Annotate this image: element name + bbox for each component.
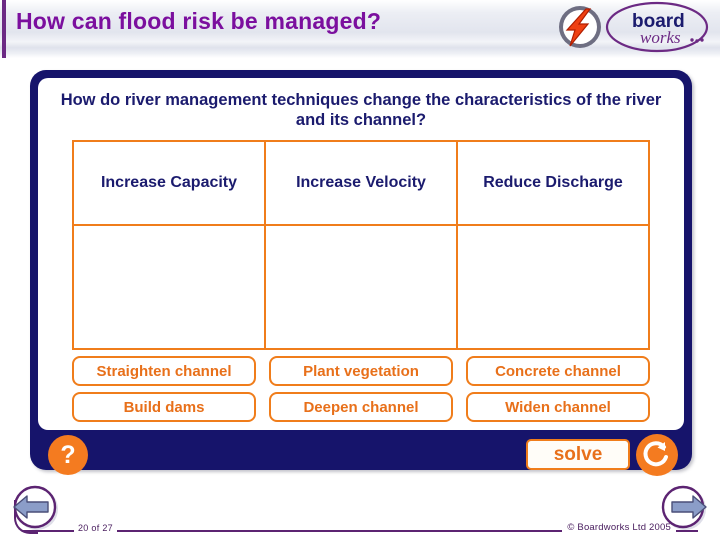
flash-logo-icon [559,6,601,48]
drop-zone-increase-velocity[interactable] [264,224,458,350]
draggable-token-tray: Straighten channel Plant vegetation Conc… [72,356,650,428]
token-concrete-channel[interactable]: Concrete channel [466,356,650,386]
page-number: 20 of 27 [74,523,117,533]
next-slide-button[interactable] [658,484,712,532]
arrow-right-icon [661,485,707,530]
boardworks-logo-svg: board works [559,1,709,53]
reset-button[interactable] [636,434,678,476]
solve-button[interactable]: solve [526,439,630,470]
reset-icon [643,441,668,467]
page-title: How can flood risk be managed? [16,8,382,34]
drop-zone-increase-capacity[interactable] [72,224,266,350]
column-header-reduce-discharge: Reduce Discharge [456,140,650,226]
token-row-2: Build dams Deepen channel Widen channel [72,392,650,422]
activity-content-area: How do river management techniques chang… [38,78,684,430]
column-header-increase-velocity: Increase Velocity [264,140,458,226]
table-header-row: Increase Capacity Increase Velocity Redu… [72,140,650,226]
arrow-left-icon [13,485,58,530]
svg-text:works: works [640,28,681,47]
token-deepen-channel[interactable]: Deepen channel [269,392,453,422]
interactive-activity-panel: How do river management techniques chang… [30,70,692,476]
drop-zone-reduce-discharge[interactable] [456,224,650,350]
logo-group: board works [552,0,712,56]
boardworks-wordmark-icon: board works [605,1,709,53]
token-plant-vegetation[interactable]: Plant vegetation [269,356,453,386]
help-button[interactable]: ? [48,435,88,475]
table-drop-row [72,224,650,350]
token-build-dams[interactable]: Build dams [72,392,256,422]
previous-slide-button[interactable] [8,484,62,532]
header-accent-bar [2,0,6,58]
categorisation-table: Increase Capacity Increase Velocity Redu… [72,140,650,350]
token-row-1: Straighten channel Plant vegetation Conc… [72,356,650,386]
slide-header: How can flood risk be managed? board wor… [0,0,720,58]
column-header-increase-capacity: Increase Capacity [72,140,266,226]
activity-question: How do river management techniques chang… [60,91,662,130]
token-straighten-channel[interactable]: Straighten channel [72,356,256,386]
token-widen-channel[interactable]: Widen channel [466,392,650,422]
